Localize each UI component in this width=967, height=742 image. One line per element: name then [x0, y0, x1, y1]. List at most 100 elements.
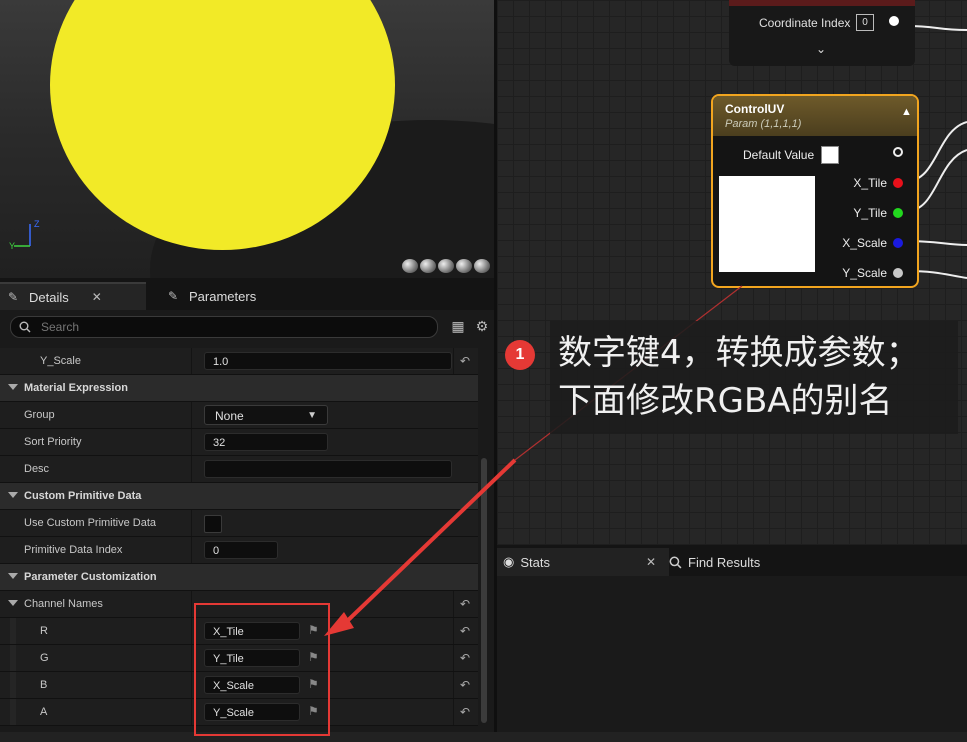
tab-details[interactable]: ✎ Details ✕ — [0, 282, 146, 310]
category-label: Parameter Customization — [24, 571, 157, 583]
pin-label-x-tile: X_Tile — [853, 176, 887, 190]
sphere-icon[interactable] — [420, 259, 436, 273]
channel-names-label: Channel Names — [24, 598, 103, 610]
node-title: ControlUV — [725, 102, 785, 116]
reset-icon[interactable]: ↶ — [458, 678, 472, 692]
indent-bar — [10, 699, 16, 725]
stats-icon: ◉ — [503, 554, 515, 569]
reset-icon[interactable]: ↶ — [458, 705, 472, 719]
property-row: Primitive Data Index 0 — [0, 537, 478, 564]
tab-stats[interactable]: ◉ Stats ✕ — [497, 548, 669, 576]
indent-bar — [10, 618, 16, 644]
controluv-node[interactable]: ControlUV Param (1,1,1,1) ▲ Default Valu… — [711, 94, 919, 288]
default-value-label: Default Value — [743, 148, 815, 162]
search-icon — [19, 321, 31, 333]
y-scale-field[interactable]: 1.0 — [204, 352, 452, 370]
reset-icon[interactable]: ↶ — [458, 597, 472, 611]
expand-icon[interactable] — [8, 384, 18, 390]
tab-details-label: Details — [29, 289, 69, 305]
chevron-down-icon[interactable]: ⌄ — [816, 42, 826, 56]
divider — [191, 672, 192, 698]
pin-x-tile[interactable] — [893, 178, 903, 188]
tab-parameters[interactable]: ✎ Parameters — [160, 282, 264, 310]
pin-label-y-scale: Y_Scale — [842, 266, 887, 280]
plane-icon[interactable] — [438, 259, 454, 273]
cube-icon[interactable] — [456, 259, 472, 273]
sort-priority-label: Sort Priority — [24, 436, 82, 448]
channel-label: A — [40, 706, 48, 718]
group-dropdown[interactable]: None ▼ — [204, 405, 328, 425]
property-row: Group None ▼ — [0, 402, 478, 429]
details-scrollbar[interactable] — [481, 458, 487, 723]
divider — [191, 537, 192, 563]
svg-text:Z: Z — [34, 219, 40, 229]
material-graph-canvas[interactable]: Coordinate Index 0 ⌄ ControlUV Param (1,… — [497, 0, 967, 545]
output-pin[interactable] — [889, 16, 899, 26]
category-parameter-customization[interactable]: Parameter Customization — [0, 564, 478, 591]
teapot-icon[interactable] — [474, 259, 490, 273]
step-badge: 1 — [505, 340, 535, 370]
tab-find-results-label: Find Results — [688, 554, 761, 570]
close-icon[interactable]: ✕ — [646, 555, 656, 569]
annotation-line-2: 下面修改RGBA的别名 — [558, 381, 893, 421]
category-material-expression[interactable]: Material Expression — [0, 375, 478, 402]
sort-priority-field[interactable]: 32 — [204, 433, 328, 451]
collapse-icon[interactable]: ▲ — [901, 106, 912, 118]
divider — [453, 699, 454, 725]
divider — [453, 645, 454, 671]
tab-parameters-label: Parameters — [189, 288, 257, 304]
desc-label: Desc — [24, 463, 50, 475]
desc-field[interactable] — [204, 460, 452, 478]
chevron-down-icon: ▼ — [307, 410, 317, 421]
pin-label-x-scale: X_Scale — [842, 236, 887, 250]
use-custom-primitive-checkbox[interactable] — [204, 515, 222, 533]
channel-label: B — [40, 679, 48, 691]
channel-label: G — [40, 652, 49, 664]
pencil-icon: ✎ — [8, 290, 19, 304]
pin-y-scale[interactable] — [893, 268, 903, 278]
tab-find-results[interactable]: Find Results — [663, 548, 766, 576]
category-custom-primitive-data[interactable]: Custom Primitive Data — [0, 483, 478, 510]
expand-icon[interactable] — [8, 492, 18, 498]
divider — [191, 591, 192, 617]
divider — [453, 672, 454, 698]
reset-icon[interactable]: ↶ — [458, 651, 472, 665]
reset-icon[interactable]: ↶ — [458, 354, 472, 368]
search-box[interactable] — [10, 316, 438, 338]
indent-bar — [10, 645, 16, 671]
annotation-text: 数字键4，转换成参数； 下面修改RGBA的别名 — [558, 329, 920, 425]
expand-icon[interactable] — [8, 600, 18, 606]
property-row: Desc — [0, 456, 478, 483]
divider — [191, 645, 192, 671]
preview-shape-buttons[interactable] — [402, 259, 490, 273]
pin-y-tile[interactable] — [893, 208, 903, 218]
reset-icon[interactable]: ↶ — [458, 624, 472, 638]
material-preview-viewport[interactable]: Z Y — [0, 0, 494, 278]
expand-icon[interactable] — [8, 573, 18, 579]
search-input[interactable] — [39, 319, 423, 335]
coordinate-index-field[interactable]: 0 — [856, 14, 874, 31]
default-value-swatch[interactable] — [821, 146, 839, 164]
cylinder-icon[interactable] — [402, 259, 418, 273]
stats-panel: ◉ Stats ✕ Find Results — [497, 545, 967, 732]
y-scale-label: Y_Scale — [40, 355, 81, 367]
node-subtitle: Param (1,1,1,1) — [725, 118, 802, 130]
divider — [191, 510, 192, 536]
node-preview — [719, 176, 815, 272]
gear-icon[interactable]: ⚙ — [474, 318, 490, 334]
texcoord-node[interactable]: Coordinate Index 0 ⌄ — [729, 0, 915, 66]
annotation-callout: 数字键4，转换成参数； 下面修改RGBA的别名 — [550, 321, 958, 434]
primitive-index-field[interactable]: 0 — [204, 541, 278, 559]
tab-stats-label: Stats — [520, 554, 550, 570]
annotation-line-1: 数字键4，转换成参数； — [558, 333, 920, 373]
node-header — [729, 0, 915, 6]
table-view-icon[interactable]: ▦ — [450, 318, 466, 334]
pin-x-scale[interactable] — [893, 238, 903, 248]
coordinate-index-label: Coordinate Index — [759, 16, 851, 30]
property-row: Use Custom Primitive Data — [0, 510, 478, 537]
divider — [191, 348, 192, 374]
divider — [191, 618, 192, 644]
close-icon[interactable]: ✕ — [92, 290, 102, 304]
search-icon — [669, 556, 682, 568]
output-pin[interactable] — [893, 147, 903, 157]
